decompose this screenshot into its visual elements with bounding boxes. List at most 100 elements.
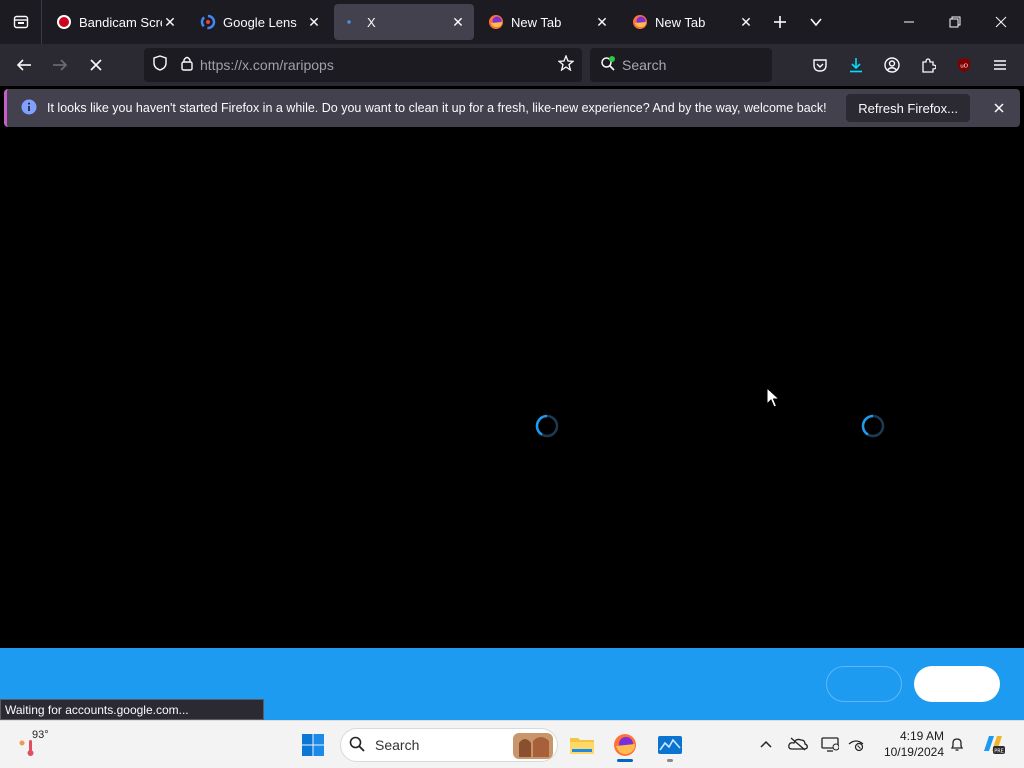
log-in-button[interactable] bbox=[826, 666, 902, 702]
firefox-icon bbox=[632, 14, 648, 30]
onedrive-button[interactable] bbox=[786, 731, 810, 757]
lock-icon[interactable] bbox=[180, 55, 194, 76]
search-engine-icon bbox=[600, 55, 616, 75]
loading-dot-icon bbox=[344, 14, 360, 30]
close-notification-button[interactable] bbox=[984, 93, 1014, 123]
info-icon bbox=[21, 99, 37, 118]
close-icon[interactable]: ✕ bbox=[162, 14, 178, 30]
restore-icon bbox=[949, 16, 961, 28]
windows-taskbar: 93° Search 4:19 AM 10/19/2024 PRE bbox=[0, 720, 1024, 768]
arrow-left-icon bbox=[16, 59, 31, 71]
bookmark-star-icon[interactable] bbox=[557, 53, 575, 76]
chevron-up-icon bbox=[760, 740, 772, 748]
close-icon[interactable]: ✕ bbox=[594, 14, 610, 30]
sign-up-button[interactable] bbox=[914, 666, 1000, 702]
tracking-protection-shield-icon[interactable] bbox=[152, 54, 168, 76]
new-tab-button[interactable] bbox=[762, 4, 798, 40]
tab-bandicam[interactable]: Bandicam Scree ✕ bbox=[46, 4, 186, 40]
photos-app-icon bbox=[658, 736, 682, 754]
loading-spinner-icon bbox=[861, 414, 885, 438]
firefox-icon bbox=[614, 734, 636, 756]
clock-date: 10/19/2024 bbox=[883, 745, 944, 759]
downloads-button[interactable] bbox=[838, 49, 874, 81]
firefox-view-button[interactable] bbox=[0, 0, 42, 44]
svg-text:PRE: PRE bbox=[994, 748, 1004, 754]
close-icon bbox=[995, 16, 1007, 28]
display-icon bbox=[821, 737, 839, 752]
tab-google-lens[interactable]: Google Lens ✕ bbox=[190, 4, 330, 40]
active-app-indicator bbox=[617, 759, 633, 762]
tab-title: New Tab bbox=[655, 14, 706, 30]
stop-loading-button[interactable] bbox=[78, 49, 114, 81]
firefox-view-icon bbox=[13, 15, 28, 29]
google-lens-icon bbox=[200, 14, 216, 30]
notification-message: It looks like you haven't started Firefo… bbox=[47, 101, 827, 115]
close-icon[interactable]: ✕ bbox=[306, 14, 322, 30]
file-explorer-button[interactable] bbox=[564, 727, 600, 763]
account-icon bbox=[884, 57, 900, 73]
arrow-right-icon bbox=[53, 59, 68, 71]
app-menu-button[interactable] bbox=[982, 49, 1018, 81]
puzzle-icon bbox=[922, 58, 936, 73]
url-bar[interactable]: https://x.com/raripops bbox=[144, 48, 582, 82]
network-off-icon bbox=[848, 740, 864, 752]
tab-title: Google Lens bbox=[223, 14, 297, 30]
ublock-origin-button[interactable]: uO bbox=[946, 49, 982, 81]
stop-icon bbox=[90, 59, 102, 71]
extensions-button[interactable] bbox=[910, 49, 946, 81]
tab-new-tab[interactable]: New Tab ✕ bbox=[478, 4, 618, 40]
mouse-cursor-icon bbox=[766, 387, 780, 408]
close-window-button[interactable] bbox=[978, 0, 1024, 44]
svg-text:uO: uO bbox=[960, 64, 968, 70]
ublock-origin-icon: uO bbox=[958, 58, 970, 72]
minimize-button[interactable] bbox=[886, 0, 932, 44]
display-button[interactable] bbox=[818, 731, 842, 757]
taskbar-clock[interactable]: 4:19 AM 10/19/2024 bbox=[872, 728, 944, 760]
taskbar-search-label: Search bbox=[375, 737, 420, 753]
firefox-taskbar-button[interactable] bbox=[607, 727, 643, 763]
search-highlight-icon bbox=[511, 731, 553, 762]
copilot-button[interactable]: PRE bbox=[980, 731, 1006, 757]
refresh-firefox-notification: It looks like you haven't started Firefo… bbox=[4, 89, 1020, 127]
restore-button[interactable] bbox=[932, 0, 978, 44]
page-content bbox=[0, 130, 1024, 648]
forward-button[interactable] bbox=[42, 49, 78, 81]
refresh-firefox-button[interactable]: Refresh Firefox... bbox=[846, 94, 970, 122]
weather-widget[interactable]: 93° bbox=[18, 729, 58, 761]
tab-x[interactable]: X ✕ bbox=[334, 4, 474, 40]
notification-bell-icon bbox=[950, 738, 964, 751]
photos-app-button[interactable] bbox=[652, 727, 688, 763]
tab-new-tab[interactable]: New Tab ✕ bbox=[622, 4, 762, 40]
tab-title: X bbox=[367, 14, 376, 30]
bandicam-record-icon bbox=[56, 14, 72, 30]
list-all-tabs-button[interactable] bbox=[798, 4, 834, 40]
screen: Bandicam Scree ✕ Google Lens ✕ X ✕ New T… bbox=[0, 0, 1024, 768]
navigation-toolbar: https://x.com/raripops Search uO bbox=[0, 44, 1024, 86]
start-button[interactable] bbox=[295, 727, 331, 763]
hamburger-menu-icon bbox=[994, 60, 1006, 70]
tab-title: Bandicam Scree bbox=[79, 14, 162, 30]
taskbar-search-box[interactable]: Search bbox=[340, 728, 558, 762]
notifications-button[interactable] bbox=[945, 731, 969, 757]
tab-strip: Bandicam Scree ✕ Google Lens ✕ X ✕ New T… bbox=[0, 0, 1024, 44]
tab-title: New Tab bbox=[511, 14, 562, 30]
pocket-icon bbox=[813, 59, 827, 72]
search-placeholder: Search bbox=[622, 57, 667, 73]
close-icon bbox=[994, 103, 1004, 113]
close-icon[interactable]: ✕ bbox=[738, 14, 754, 30]
file-explorer-icon bbox=[570, 738, 594, 754]
url-text[interactable]: https://x.com/raripops bbox=[200, 57, 558, 73]
chevron-down-icon bbox=[810, 18, 822, 27]
search-bar[interactable]: Search bbox=[590, 48, 772, 82]
account-button[interactable] bbox=[874, 49, 910, 81]
start-icon bbox=[302, 734, 324, 756]
download-icon bbox=[850, 58, 862, 73]
pocket-button[interactable] bbox=[802, 49, 838, 81]
back-button[interactable] bbox=[6, 49, 42, 81]
firefox-icon bbox=[488, 14, 504, 30]
network-button[interactable] bbox=[844, 731, 868, 757]
loading-spinner-icon bbox=[535, 414, 559, 438]
close-icon[interactable]: ✕ bbox=[450, 14, 466, 30]
show-hidden-icons-button[interactable] bbox=[754, 731, 778, 757]
onedrive-icon bbox=[788, 737, 808, 751]
